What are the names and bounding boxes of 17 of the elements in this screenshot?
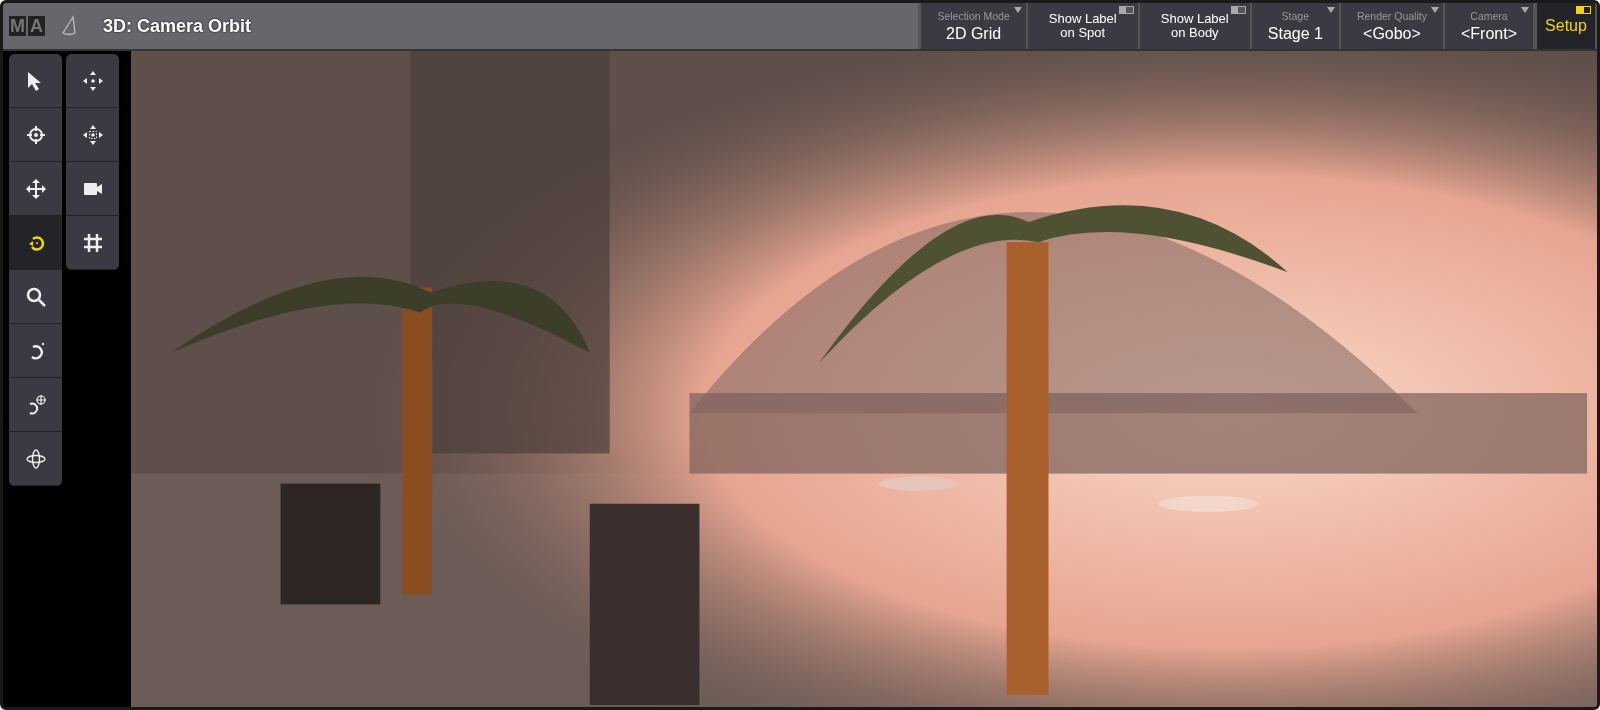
logo-letter: M (9, 16, 26, 36)
toggle-button[interactable]: Show Label on Body (1139, 3, 1252, 49)
tool-button[interactable] (9, 216, 62, 270)
dropdown-caret-icon (1326, 7, 1335, 13)
dropdown-caret-icon (1013, 7, 1022, 13)
dropdown-button[interactable]: Render Quality <Gobo> (1340, 3, 1445, 49)
setup-button[interactable]: Setup (1535, 3, 1597, 49)
toggle-button[interactable]: Show Label on Spot (1027, 3, 1140, 49)
tool-button[interactable] (66, 54, 119, 108)
window-title: 3D: Camera Orbit (103, 15, 252, 37)
tool-button[interactable] (9, 54, 62, 108)
dropdown-button[interactable]: Selection Mode 2D Grid (921, 3, 1028, 49)
logo-letter: A (28, 16, 45, 36)
dropdown-caret-icon (1521, 7, 1529, 13)
dropdown-caret-icon (1430, 7, 1439, 13)
dropdown-button[interactable]: Stage Stage 1 (1251, 3, 1341, 49)
dropdown-button[interactable]: Camera <Front> (1444, 3, 1535, 49)
